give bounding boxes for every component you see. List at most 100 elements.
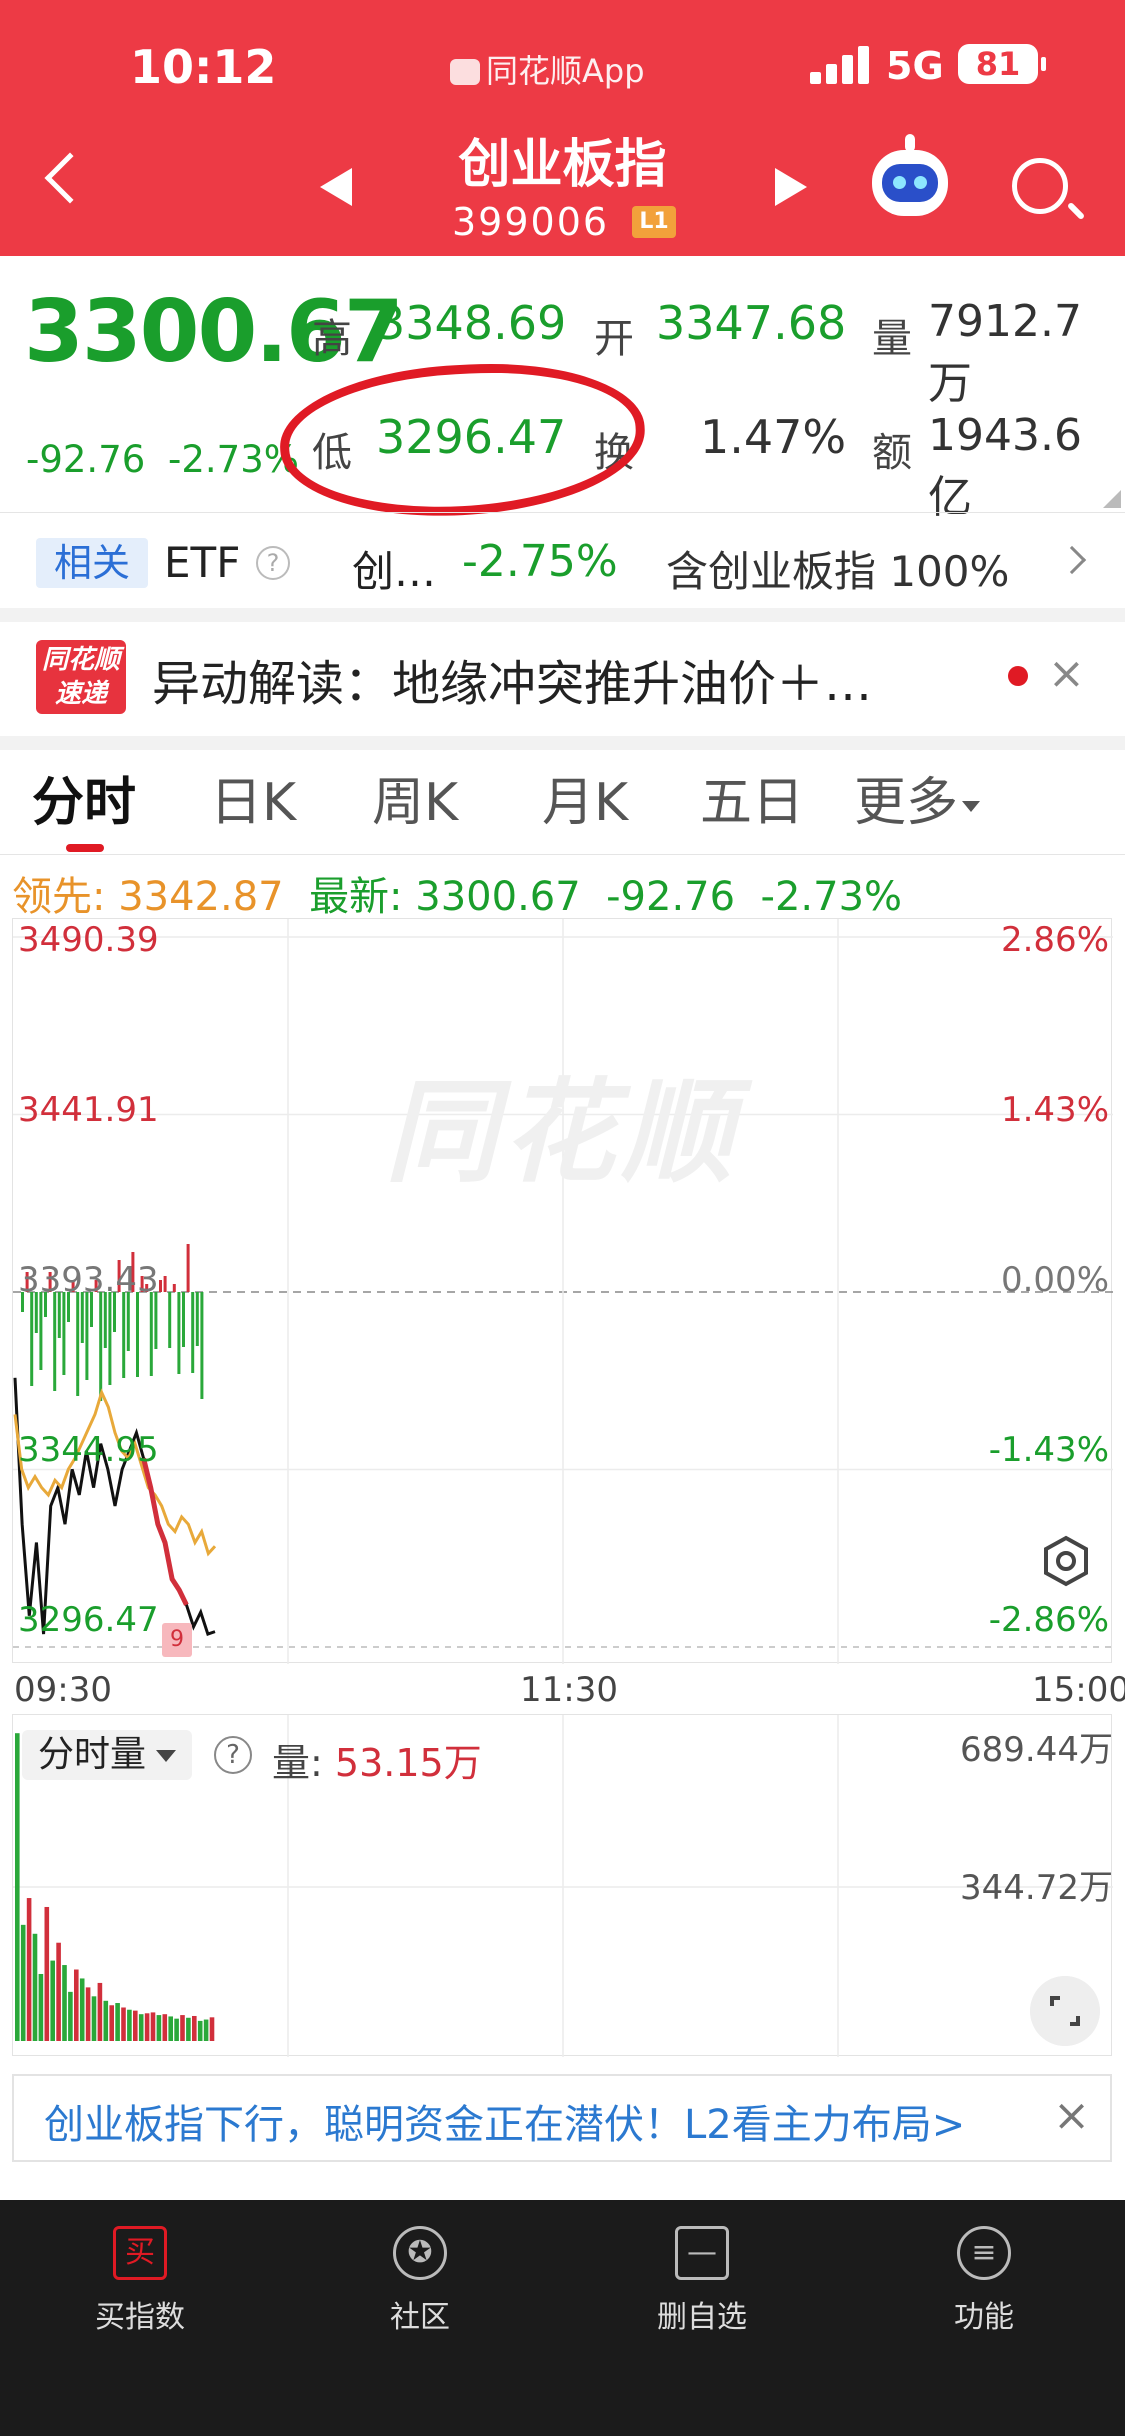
caret-down-icon: [962, 800, 981, 812]
volume-bar: [180, 2015, 185, 2041]
high-label: 高: [312, 316, 352, 362]
y-label-left: 3393.43: [18, 1260, 159, 1300]
next-stock-icon[interactable]: [775, 168, 807, 206]
volume-bar: [44, 1906, 50, 2041]
down-tick-bar: [103, 1292, 107, 1348]
news-headline[interactable]: 异动解读：地缘冲突推升油价＋…: [152, 644, 872, 714]
search-icon[interactable]: [1012, 158, 1068, 214]
down-tick-bar: [136, 1292, 139, 1377]
bottom-nav-remove-watchlist[interactable]: — 删自选: [602, 2226, 802, 2336]
decline-segment: [141, 1457, 189, 1606]
volume-bar: [97, 1982, 103, 2041]
down-tick-bar: [154, 1292, 158, 1349]
help-icon[interactable]: ?: [214, 1736, 252, 1774]
bottom-nav-label: 买指数: [95, 2300, 185, 2335]
tab-more[interactable]: 更多: [854, 760, 981, 835]
volume-bar: [91, 1996, 97, 2041]
header-bar: 10:12 同花顺App 5G 81 创业板指 399006 L1: [0, 0, 1125, 256]
down-tick-bar: [177, 1292, 181, 1374]
etf-change: -2.75%: [462, 536, 618, 587]
down-tick-bar: [30, 1292, 34, 1386]
volume-value: 7912.7万: [928, 296, 1082, 409]
volume-bar: [209, 2017, 215, 2041]
x-label: 09:30: [14, 1670, 112, 1710]
latest-change-pct: -2.73%: [760, 874, 903, 920]
tab-monthly-k[interactable]: 月K: [542, 760, 628, 835]
close-icon[interactable]: ×: [1053, 2090, 1090, 2141]
volume-bar: [186, 2017, 191, 2041]
bottom-nav-community[interactable]: ✪ 社区: [320, 2226, 520, 2336]
menu-icon: ≡: [957, 2226, 1011, 2280]
volume-bar: [85, 1987, 91, 2041]
volume-indicator-dropdown[interactable]: 分时量: [22, 1730, 192, 1780]
promo-banner[interactable]: 创业板指下行，聪明资金正在潜伏！L2看主力布局> ×: [12, 2074, 1112, 2162]
volume-bar: [15, 1733, 20, 2041]
y-label-left: 3344.95: [18, 1430, 159, 1470]
news-logo: 同花顺 速递: [36, 640, 126, 714]
tab-five-day[interactable]: 五日: [700, 760, 804, 835]
volume-bar: [144, 2013, 150, 2041]
expand-corner-icon[interactable]: [1103, 490, 1121, 508]
volume-bar: [150, 2012, 156, 2041]
volume-bar: [174, 2018, 179, 2041]
down-tick-bar: [85, 1292, 89, 1380]
up-tick-bar: [172, 1284, 176, 1292]
bottom-nav-buy[interactable]: 买 买指数: [40, 2226, 240, 2336]
signal-icon: [810, 44, 870, 84]
tab-weekly-k[interactable]: 周K: [372, 760, 458, 835]
volume-bar: [26, 1898, 32, 2041]
community-icon: ✪: [393, 2226, 447, 2280]
chevron-right-icon[interactable]: [1057, 545, 1087, 575]
network-type: 5G: [886, 44, 944, 88]
promo-text[interactable]: 创业板指下行，聪明资金正在潜伏！L2看主力布局>: [44, 2092, 965, 2150]
lead-label: 领先:: [12, 874, 106, 920]
volume-readout-label: 量:: [272, 1741, 323, 1785]
event-marker[interactable]: 9: [162, 1623, 192, 1657]
lead-row: 领先: 3342.87 最新: 3300.67 -92.76 -2.73%: [12, 864, 902, 922]
tab-daily-k[interactable]: 日K: [210, 760, 296, 835]
volume-bar: [127, 2009, 132, 2041]
back-icon[interactable]: [44, 152, 96, 204]
x-label: 15:00: [1032, 1670, 1125, 1710]
bottom-nav-label: 删自选: [657, 2300, 747, 2335]
etf-name[interactable]: 创…: [352, 538, 436, 599]
down-tick-bar: [195, 1292, 199, 1346]
down-tick-bar: [122, 1292, 126, 1378]
help-icon[interactable]: ?: [256, 546, 290, 580]
volume-bar: [74, 1969, 79, 2041]
y-label-right: 0.00%: [1000, 1260, 1109, 1300]
up-tick-bar: [186, 1244, 190, 1292]
etf-holding[interactable]: 含创业板指 100%: [666, 538, 1009, 599]
y-label-left: 3296.47: [18, 1600, 159, 1640]
bottom-nav-label: 社区: [390, 2300, 450, 2335]
intraday-chart[interactable]: [12, 918, 1113, 1664]
caret-down-icon: [156, 1750, 177, 1762]
status-app-label: 同花顺App: [486, 52, 645, 90]
down-tick-bar: [76, 1292, 80, 1396]
prev-stock-icon[interactable]: [320, 168, 352, 206]
volume-bar: [168, 2016, 173, 2041]
volume-bar: [32, 1933, 38, 2041]
price-line: [13, 1377, 216, 1636]
volume-y-label: 689.44万: [960, 1730, 1113, 1770]
tab-intraday[interactable]: 分时: [32, 760, 136, 835]
remove-watchlist-icon: —: [675, 2226, 729, 2280]
volume-y-label: 344.72万: [960, 1868, 1113, 1908]
lead-value: 3342.87: [118, 874, 284, 920]
bottom-nav-label: 功能: [954, 2300, 1014, 2335]
stock-code: 399006: [452, 200, 610, 244]
stock-title: 创业板指: [458, 135, 667, 195]
close-icon[interactable]: ×: [1048, 648, 1085, 699]
app-logo-icon: [450, 59, 480, 85]
y-label-right: -2.86%: [988, 1600, 1109, 1640]
robot-assistant-icon[interactable]: [872, 134, 948, 216]
x-label: 11:30: [520, 1670, 618, 1710]
battery-icon: 81: [958, 44, 1046, 84]
open-value: 3347.68: [656, 296, 847, 350]
volume-readout: 量: 53.15万: [272, 1732, 482, 1787]
fullscreen-icon[interactable]: [1030, 1976, 1100, 2046]
etf-label: ETF: [164, 538, 241, 587]
watermark: 同花顺: [385, 1068, 739, 1198]
bottom-nav-functions[interactable]: ≡ 功能: [884, 2226, 1084, 2336]
down-tick-bar: [53, 1292, 57, 1391]
